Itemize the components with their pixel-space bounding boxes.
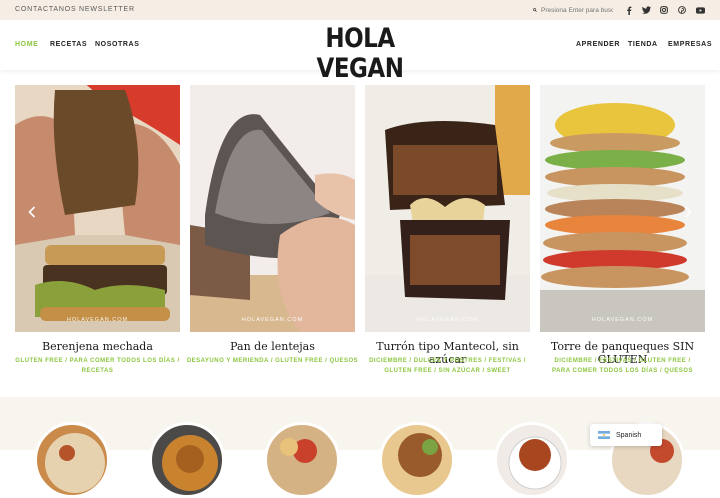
search-icon (533, 8, 537, 12)
nav-recetas[interactable]: RECETAS (50, 41, 87, 48)
recipe-title[interactable]: Berenjena mechada (10, 340, 185, 353)
tag-line[interactable]: RECETAS (10, 367, 185, 377)
chevron-right-icon (684, 206, 692, 218)
language-switcher[interactable]: Spanish (590, 424, 662, 446)
search-input[interactable] (541, 6, 613, 14)
slider-next-button[interactable] (681, 204, 695, 220)
recipe-tags[interactable]: DICIEMBRE / FESTIVAS / GLUTEN FREE / PAR… (535, 357, 710, 376)
image-watermark: HOLAVEGAN.COM (591, 317, 654, 323)
recipe-image-pan[interactable] (190, 85, 355, 332)
instagram-icon[interactable] (658, 4, 670, 16)
tag-line[interactable]: GLUTEN FREE / PARA COMER TODOS LOS DÍAS … (10, 357, 185, 367)
nav-aprender[interactable]: APRENDER (576, 41, 620, 48)
nav-nosotras[interactable]: NOSOTRAS (95, 41, 139, 48)
recipe-tags[interactable]: GLUTEN FREE / PARA COMER TODOS LOS DÍAS … (10, 357, 185, 376)
contact-link[interactable]: CONTACTANOS (15, 6, 76, 13)
image-watermark: HOLAVEGAN.COM (241, 317, 304, 323)
category-circle[interactable] (264, 422, 340, 498)
tag-line[interactable]: DESAYUNO Y MERIENDA / GLUTEN FREE / QUES… (185, 357, 360, 367)
chevron-left-icon (28, 206, 36, 218)
language-label: Spanish (616, 431, 642, 439)
recipe-title[interactable]: Pan de lentejas (185, 340, 360, 353)
category-circle[interactable] (34, 422, 110, 498)
recipe-image-turron[interactable] (365, 85, 530, 332)
main-header: HOME RECETAS NOSOTRAS HOLA VEGAN APRENDE… (0, 20, 720, 84)
youtube-icon[interactable] (694, 4, 706, 16)
pinterest-icon[interactable] (676, 4, 688, 16)
nav-tienda[interactable]: TIENDA (628, 41, 658, 48)
category-circle[interactable] (379, 422, 455, 498)
recipe-tags[interactable]: DESAYUNO Y MERIENDA / GLUTEN FREE / QUES… (185, 357, 360, 367)
category-circle[interactable] (494, 422, 570, 498)
tag-line[interactable]: DICIEMBRE / FESTIVAS / GLUTEN FREE / (535, 357, 710, 367)
tag-line[interactable]: DICIEMBRE / DULCES Y POSTRES / FESTIVAS … (360, 357, 535, 367)
nav-home[interactable]: HOME (15, 41, 38, 48)
slider-prev-button[interactable] (25, 204, 39, 220)
search-box[interactable] (533, 4, 613, 16)
newsletter-link[interactable]: NEWSLETTER (79, 6, 135, 13)
recipe-image-berenjena[interactable] (15, 85, 180, 332)
image-watermark: HOLAVEGAN.COM (416, 317, 479, 323)
image-watermark: HOLAVEGAN.COM (66, 317, 129, 323)
site-logo[interactable]: HOLA VEGAN (300, 24, 420, 84)
tag-line[interactable]: GLUTEN FREE / SIN AZÚCAR / SWEET (360, 367, 535, 377)
tag-line[interactable]: PARA COMER TODOS LOS DÍAS / QUESOS (535, 367, 710, 377)
nav-empresas[interactable]: EMPRESAS (668, 41, 712, 48)
category-circle[interactable] (149, 422, 225, 498)
facebook-icon[interactable] (623, 4, 635, 16)
recipe-tags[interactable]: DICIEMBRE / DULCES Y POSTRES / FESTIVAS … (360, 357, 535, 376)
top-bar: CONTACTANOS NEWSLETTER (0, 0, 720, 20)
argentina-flag-icon (598, 431, 610, 439)
twitter-icon[interactable] (640, 4, 652, 16)
